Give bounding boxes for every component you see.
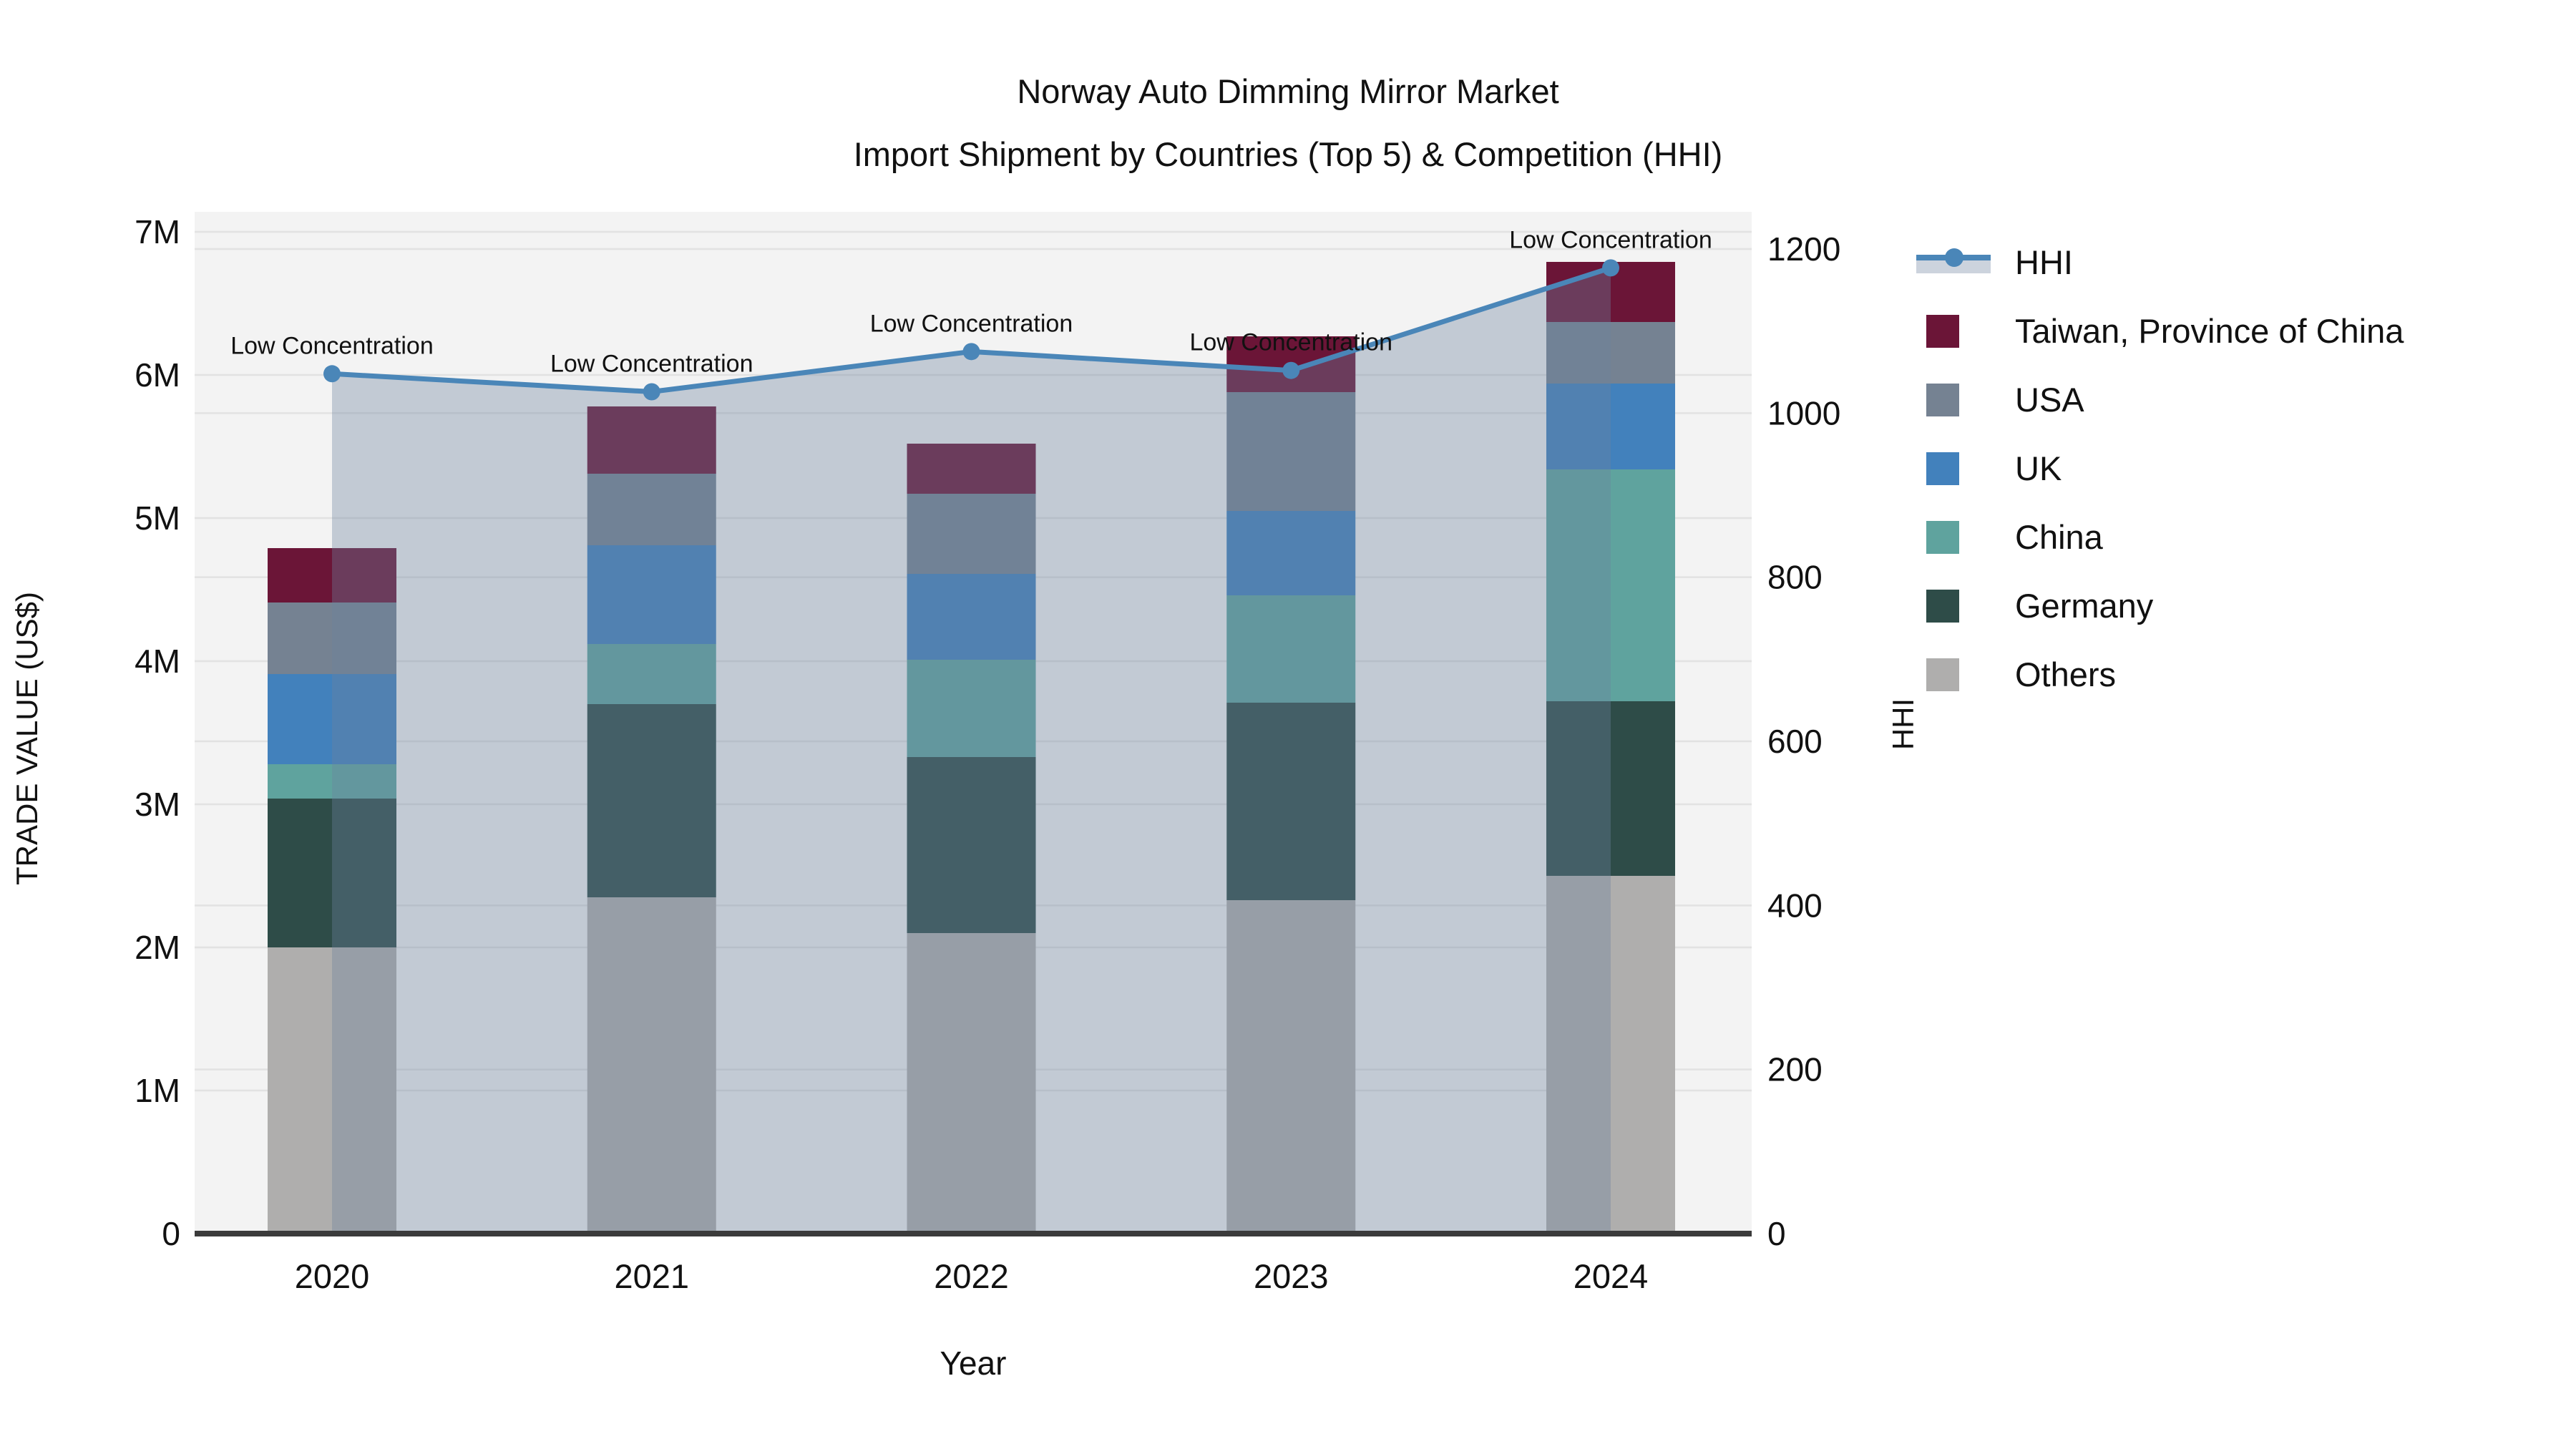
legend-item-china: China bbox=[1916, 502, 2404, 571]
legend-swatch-icon bbox=[1916, 519, 1996, 554]
y-tick-right-600: 600 bbox=[1767, 723, 1823, 760]
y-tick-right-800: 800 bbox=[1767, 559, 1823, 596]
legend-label: Germany bbox=[2015, 586, 2154, 625]
right-axis-title: HHI bbox=[1886, 698, 1920, 751]
y-tick-left-3M: 3M bbox=[135, 786, 180, 823]
y-tick-left-2M: 2M bbox=[135, 929, 180, 966]
y-tick-right-0: 0 bbox=[1767, 1215, 1786, 1252]
legend-swatch-icon bbox=[1916, 382, 1996, 416]
color-swatch bbox=[1926, 590, 1959, 623]
annotation-2020: Low Concentration bbox=[230, 332, 434, 359]
legend-label: USA bbox=[2015, 380, 2084, 419]
hhi-marker-2024 bbox=[1602, 259, 1619, 277]
hhi-marker-2023 bbox=[1282, 361, 1300, 379]
legend-item-uk: UK bbox=[1916, 434, 2404, 502]
hhi-marker-2020 bbox=[323, 365, 341, 383]
color-swatch bbox=[1926, 658, 1959, 691]
y-tick-left-7M: 7M bbox=[135, 213, 180, 250]
y-tick-left-0: 0 bbox=[162, 1215, 180, 1252]
legend-item-others: Others bbox=[1916, 640, 2404, 708]
legend-swatch-icon bbox=[1916, 313, 1996, 348]
legend-swatch-icon bbox=[1916, 451, 1996, 485]
y-tick-left-6M: 6M bbox=[135, 356, 180, 394]
legend-item-germany: Germany bbox=[1916, 571, 2404, 640]
legend: HHI Taiwan, Province of China USA UK China Ge… bbox=[1916, 228, 2404, 708]
left-axis-title: TRADE VALUE (US$) bbox=[10, 592, 44, 885]
annotation-2023: Low Concentration bbox=[1189, 329, 1392, 356]
annotation-2022: Low Concentration bbox=[870, 310, 1073, 337]
legend-label: China bbox=[2015, 517, 2103, 556]
legend-item-usa: USA bbox=[1916, 365, 2404, 434]
hhi-line-icon bbox=[1916, 245, 1996, 279]
figure: Low Concentration Low Concentration Low Co… bbox=[0, 0, 2576, 1449]
y-tick-right-400: 400 bbox=[1767, 887, 1823, 924]
x-axis-title: Year bbox=[940, 1345, 1007, 1382]
chart-subtitle: Import Shipment by Countries (Top 5) & C… bbox=[853, 135, 1723, 173]
legend-swatch-icon bbox=[1916, 588, 1996, 623]
legend-item-hhi: HHI bbox=[1916, 228, 2404, 296]
y-tick-left-4M: 4M bbox=[135, 643, 180, 680]
x-tick-2024: 2024 bbox=[1574, 1257, 1649, 1295]
x-tick-2020: 2020 bbox=[295, 1257, 370, 1295]
color-swatch bbox=[1926, 521, 1959, 554]
y-tick-right-1200: 1200 bbox=[1767, 230, 1840, 268]
y-tick-right-200: 200 bbox=[1767, 1051, 1823, 1088]
legend-label: UK bbox=[2015, 449, 2062, 487]
y-tick-left-5M: 5M bbox=[135, 499, 180, 537]
legend-label: HHI bbox=[2015, 243, 2073, 281]
annotation-2021: Low Concentration bbox=[550, 351, 753, 378]
x-tick-2023: 2023 bbox=[1254, 1257, 1329, 1295]
hhi-marker-2021 bbox=[643, 383, 660, 401]
x-tick-2021: 2021 bbox=[614, 1257, 689, 1295]
chart-title: Norway Auto Dimming Mirror Market bbox=[1017, 72, 1559, 110]
annotation-2024: Low Concentration bbox=[1509, 226, 1712, 253]
y-tick-right-1000: 1000 bbox=[1767, 394, 1840, 431]
hhi-marker-sample bbox=[1945, 248, 1963, 267]
color-swatch bbox=[1926, 452, 1959, 485]
x-axis-spine bbox=[195, 1231, 1752, 1236]
y-tick-left-1M: 1M bbox=[135, 1072, 180, 1109]
chart-canvas: Low Concentration Low Concentration Low Co… bbox=[135, 212, 1840, 1295]
x-tick-2022: 2022 bbox=[934, 1257, 1009, 1295]
legend-item-taiwan-province-of-china: Taiwan, Province of China bbox=[1916, 296, 2404, 365]
color-swatch bbox=[1926, 315, 1959, 348]
color-swatch bbox=[1926, 384, 1959, 416]
hhi-marker-2022 bbox=[962, 343, 980, 361]
legend-label: Taiwan, Province of China bbox=[2015, 311, 2404, 350]
hhi-area-fill bbox=[332, 268, 1611, 1234]
legend-swatch-icon bbox=[1916, 657, 1996, 691]
legend-label: Others bbox=[2015, 655, 2117, 693]
